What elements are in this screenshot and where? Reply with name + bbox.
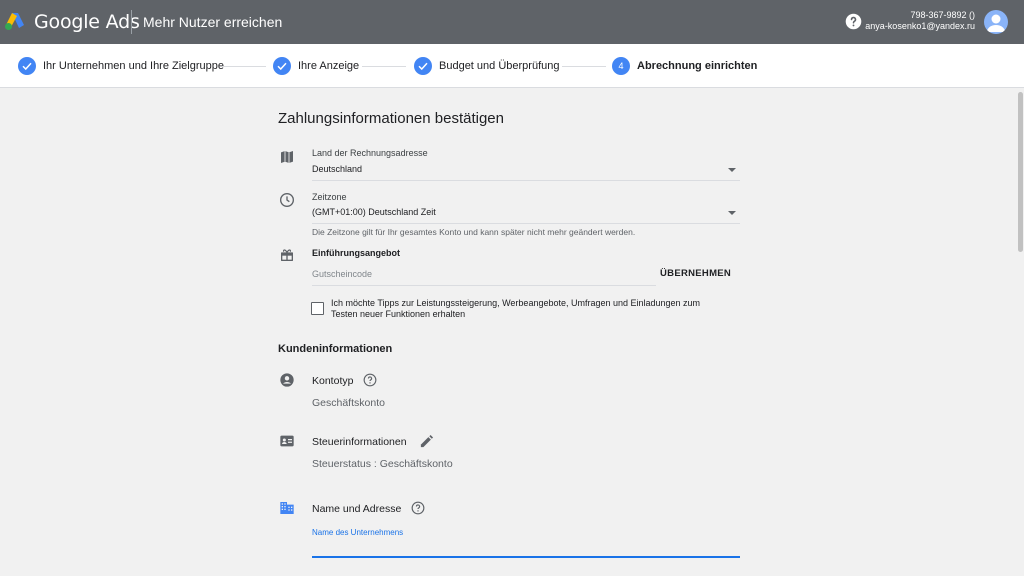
avatar-person-icon (987, 14, 1005, 32)
chevron-down-icon (728, 211, 736, 215)
product-name: Google Ads (34, 11, 140, 33)
account-type-value: Geschäftskonto (312, 397, 385, 409)
account-email: anya-kosenko1@yandex.ru (865, 21, 975, 31)
page-scrollbar[interactable] (1017, 88, 1024, 576)
check-icon (414, 57, 432, 75)
avatar[interactable] (984, 10, 1008, 34)
clock-icon (280, 193, 294, 207)
account-phone: 798-367-9892 () (910, 10, 975, 20)
step-label: Budget und Überprüfung (439, 60, 560, 72)
step-budget[interactable]: Budget und Überprüfung (414, 56, 559, 76)
step-business[interactable]: Ihr Unternehmen und Ihre Zielgruppe (18, 56, 224, 76)
timezone-underline (312, 223, 740, 224)
top-bar: Google Ads Mehr Nutzer erreichen 798-367… (0, 0, 1024, 44)
gift-icon (281, 249, 293, 261)
step-number: 4 (612, 57, 630, 75)
header-divider (131, 10, 132, 34)
promo-code-input[interactable]: Gutscheincode (312, 269, 372, 279)
company-name-label: Name des Unternehmens (312, 528, 404, 537)
step-ad[interactable]: Ihre Anzeige (273, 56, 359, 76)
check-icon (18, 57, 36, 75)
tips-checkbox-label: Ich möchte Tipps zur Leistungssteigerung… (331, 298, 701, 319)
company-name-underline (312, 556, 740, 558)
page-title: Zahlungsinformationen bestätigen (278, 110, 504, 127)
step-connector (362, 66, 406, 67)
account-type-label: Kontotyp (312, 375, 354, 387)
country-underline (312, 180, 740, 181)
tax-value: Steuerstatus : Geschäftskonto (312, 458, 453, 470)
progress-stepper: Ihr Unternehmen und Ihre Zielgruppe Ihre… (0, 44, 1024, 88)
help-outline-icon[interactable] (411, 501, 425, 515)
step-label: Abrechnung einrichten (637, 60, 758, 72)
country-value: Deutschland (312, 164, 363, 174)
apply-button[interactable]: ÜBERNEHMEN (660, 268, 731, 279)
promo-underline (312, 285, 656, 286)
pencil-icon[interactable] (419, 434, 434, 449)
tips-checkbox[interactable] (311, 302, 324, 315)
building-icon (280, 502, 294, 514)
company-name-input[interactable] (312, 538, 740, 556)
timezone-hint: Die Zeitzone gilt für Ihr gesamtes Konto… (312, 227, 636, 237)
chevron-down-icon (728, 168, 736, 172)
id-card-icon (280, 435, 294, 447)
country-label: Land der Rechnungsadresse (312, 148, 428, 158)
timezone-select[interactable]: (GMT+01:00) Deutschland Zeit (312, 203, 740, 223)
step-connector (222, 66, 266, 67)
timezone-value: (GMT+01:00) Deutschland Zeit (312, 207, 436, 217)
country-select[interactable]: Deutschland (312, 160, 740, 180)
account-info[interactable]: 798-367-9892 () anya-kosenko1@yandex.ru (865, 10, 975, 32)
step-billing[interactable]: 4 Abrechnung einrichten (612, 56, 757, 76)
campaign-title: Mehr Nutzer erreichen (143, 14, 283, 30)
step-label: Ihre Anzeige (298, 60, 360, 72)
step-label: Ihr Unternehmen und Ihre Zielgruppe (43, 60, 224, 72)
step-connector (562, 66, 606, 67)
map-icon (281, 151, 293, 163)
help-outline-icon[interactable] (363, 373, 377, 387)
timezone-label: Zeitzone (312, 192, 347, 202)
tax-label: Steuerinformationen (312, 436, 407, 448)
google-ads-logo[interactable] (4, 11, 26, 31)
scrollbar-thumb[interactable] (1018, 92, 1023, 252)
check-icon (273, 57, 291, 75)
help-icon[interactable] (845, 13, 862, 30)
section-title: Kundeninformationen (278, 343, 393, 355)
account-circle-icon (280, 373, 294, 387)
promo-label: Einführungsangebot (312, 248, 400, 258)
name-address-label: Name und Adresse (312, 503, 402, 515)
